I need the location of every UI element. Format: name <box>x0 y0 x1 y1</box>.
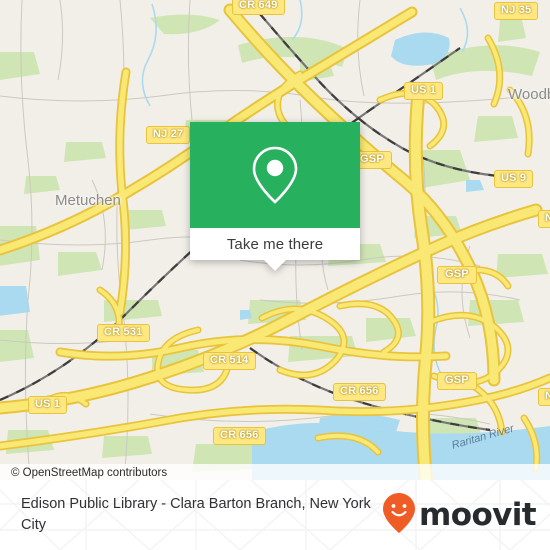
osm-attribution-text[interactable]: © OpenStreetMap contributors <box>0 467 167 479</box>
map-canvas[interactable]: CR 649 NJ 35 US 1 NJ 27 GSP US 9 GSP NJ … <box>0 0 550 480</box>
moovit-logo[interactable]: moovit <box>382 492 537 539</box>
location-popup[interactable]: Take me there <box>190 122 360 271</box>
moovit-wordmark: moovit <box>419 496 537 533</box>
moovit-pin-icon <box>382 492 416 539</box>
route-shield: US 1 <box>28 396 68 414</box>
route-shield: NJ <box>538 210 550 228</box>
take-me-there-button[interactable]: Take me there <box>190 228 360 260</box>
footer-bar: Edison Public Library - Clara Barton Bra… <box>0 480 550 550</box>
route-shield: CR 656 <box>213 427 266 445</box>
route-shield: CR 514 <box>203 352 256 370</box>
route-shield: CR 656 <box>333 383 386 401</box>
route-shield: GSP <box>437 372 477 390</box>
route-shield: CR 649 <box>232 0 285 15</box>
popup-pin-area <box>190 122 360 228</box>
route-shield: NJ <box>538 388 550 406</box>
location-title: Edison Public Library - Clara Barton Bra… <box>21 496 371 533</box>
place-label-metuchen: Metuchen <box>55 192 121 209</box>
map-pin-icon <box>249 144 301 206</box>
route-shield: NJ 27 <box>146 126 191 144</box>
route-shield: NJ 35 <box>494 2 539 20</box>
place-label-woodbridge: Woodb <box>508 86 550 103</box>
take-me-there-label: Take me there <box>226 235 324 253</box>
route-shield: CR 531 <box>97 324 150 342</box>
map-attribution-bar: © OpenStreetMap contributors <box>0 464 550 480</box>
popup-pointer <box>264 260 286 271</box>
route-shield: US 1 <box>404 82 444 100</box>
route-shield: US 9 <box>494 170 534 188</box>
app-screen: CR 649 NJ 35 US 1 NJ 27 GSP US 9 GSP NJ … <box>0 0 550 550</box>
route-shield: GSP <box>437 266 477 284</box>
